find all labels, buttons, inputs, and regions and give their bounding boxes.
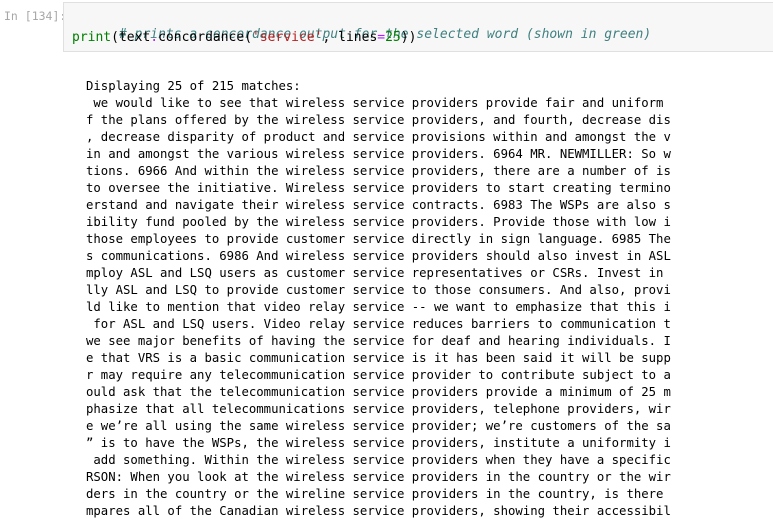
concordance-line: those employees to provide customer serv… <box>86 232 671 246</box>
concordance-line: tions. 6966 And within the wireless serv… <box>86 164 671 178</box>
concordance-line: , decrease disparity of product and serv… <box>86 130 671 144</box>
input-prompt: In [134]: <box>4 9 67 23</box>
concordance-line: for ASL and LSQ users. Video relay servi… <box>86 317 671 331</box>
concordance-line: lly ASL and LSQ to provide customer serv… <box>86 283 671 297</box>
code-object: text <box>118 30 151 45</box>
code-kwarg: lines <box>338 30 378 45</box>
concordance-line: in and amongst the various wireless serv… <box>86 147 671 161</box>
code-builtin-print: print <box>72 30 112 45</box>
output-header: Displaying 25 of 215 matches: <box>86 79 301 93</box>
concordance-line: erstand and navigate their wireless serv… <box>86 198 671 212</box>
concordance-line: to oversee the initiative. Wireless serv… <box>86 181 671 195</box>
concordance-line: phasize that all telecommunications serv… <box>86 402 671 416</box>
code-number: 25 <box>385 30 401 45</box>
concordance-line: ” is to have the WSPs, the wireless serv… <box>86 436 671 450</box>
concordance-line: we see major benefits of having the serv… <box>86 334 671 348</box>
concordance-line: add something. Within the wireless servi… <box>86 453 671 467</box>
concordance-line: ould ask that the telecommunication serv… <box>86 385 671 399</box>
concordance-line: f the plans offered by the wireless serv… <box>86 113 671 127</box>
concordance-line: r may require any telecommunication serv… <box>86 368 671 382</box>
notebook-cell: In [134]: # prints a concordance output … <box>0 0 773 520</box>
concordance-line: we would like to see that wireless servi… <box>86 96 664 110</box>
cell-output: Displaying 25 of 215 matches: we would l… <box>86 78 773 520</box>
code-line-print: print(text.concordance('service', lines=… <box>72 29 416 46</box>
code-method: concordance <box>158 30 245 45</box>
code-input-area[interactable]: # prints a concordance output for the se… <box>63 2 773 52</box>
code-comma: , <box>322 30 339 45</box>
code-close-parens: )) <box>400 30 417 45</box>
code-string: 'service' <box>252 30 323 45</box>
code-paren-2: ( <box>244 30 253 45</box>
code-paren: ( <box>111 30 119 45</box>
concordance-line: RSON: When you look at the wireless serv… <box>86 470 671 484</box>
concordance-line: mpares all of the Canadian wireless serv… <box>86 504 671 518</box>
concordance-line: ders in the country or the wireline serv… <box>86 487 664 501</box>
concordance-line: mploy ASL and LSQ users as customer serv… <box>86 266 664 280</box>
code-dot: . <box>150 30 159 45</box>
code-equals: = <box>377 30 386 45</box>
concordance-line: ld like to mention that video relay serv… <box>86 300 671 314</box>
concordance-line: ibility fund pooled by the wireless serv… <box>86 215 671 229</box>
concordance-line: s communications. 6986 And wireless serv… <box>86 249 671 263</box>
concordance-line: e that VRS is a basic communication serv… <box>86 351 671 365</box>
concordance-line: e we’re all using the same wireless serv… <box>86 419 671 433</box>
